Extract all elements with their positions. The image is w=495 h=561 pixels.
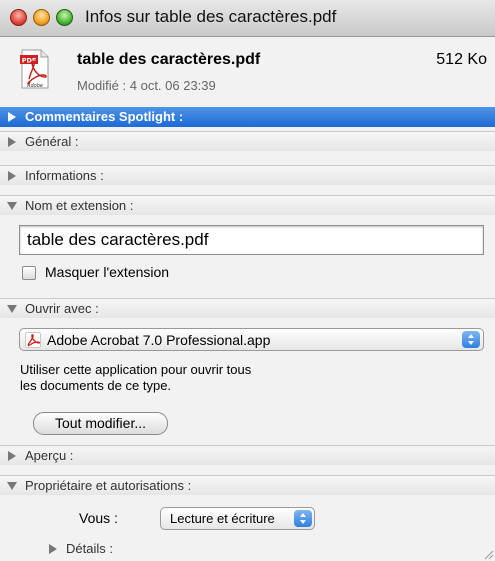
file-size: 512 Ko [436,51,487,68]
section-label: Propriétaire et autorisations : [25,478,192,493]
section-label: Nom et extension : [25,198,134,213]
close-button[interactable] [10,9,27,26]
section-open-with[interactable]: Ouvrir avec : [0,298,495,318]
disclosure-triangle-down-icon [7,305,17,313]
section-name-extension[interactable]: Nom et extension : [0,195,495,215]
hide-extension-label[interactable]: Masquer l'extension [45,264,169,280]
popup-arrows-icon [294,510,312,527]
window-title: Infos sur table des caractères.pdf [85,7,337,26]
open-with-app-name: Adobe Acrobat 7.0 Professional.app [47,332,271,348]
acrobat-icon [25,332,41,348]
disclosure-triangle-right-icon [8,112,16,122]
svg-text:Adobe: Adobe [26,83,43,89]
title-bar[interactable]: Infos sur table des caractères.pdf [0,0,495,37]
minimize-button[interactable] [33,9,50,26]
popup-arrows-icon [462,331,480,348]
section-label: Informations : [25,168,104,183]
section-label: Commentaires Spotlight : [25,109,184,124]
section-label: Général : [25,134,79,149]
open-with-app-popup[interactable]: Adobe Acrobat 7.0 Professional.app [19,328,484,351]
section-ownership-permissions[interactable]: Propriétaire et autorisations : [0,475,495,495]
section-label: Aperçu : [25,448,74,463]
info-window: Infos sur table des caractères.pdf PDF A… [0,0,495,561]
open-with-note-line: Utiliser cette application pour ouvrir t… [20,362,252,377]
section-preview[interactable]: Aperçu : [0,445,495,465]
file-name: table des caractères.pdf [77,51,261,68]
disclosure-triangle-down-icon [7,482,17,490]
hide-extension-checkbox[interactable] [22,266,36,280]
section-label: Ouvrir avec : [25,301,99,316]
disclosure-triangle-right-icon [8,171,16,181]
section-informations[interactable]: Informations : [0,165,495,185]
section-spotlight-comments[interactable]: Commentaires Spotlight : [0,107,495,127]
you-label: Vous : [79,510,118,526]
you-permission-row: Vous : Lecture et écriture [0,507,495,531]
zoom-button[interactable] [56,9,73,26]
you-permission-popup[interactable]: Lecture et écriture [160,507,315,530]
change-all-button[interactable]: Tout modifier... [33,412,168,435]
you-permission-value: Lecture et écriture [170,511,275,526]
section-general[interactable]: Général : [0,131,495,151]
resize-grip-icon[interactable] [482,548,494,560]
file-header: PDF Adobe table des caractères.pdf 512 K… [0,37,495,107]
filename-field[interactable]: table des caractères.pdf [19,225,484,255]
disclosure-triangle-right-icon [8,451,16,461]
disclosure-triangle-right-icon [49,544,57,554]
pdf-file-icon: PDF Adobe [20,49,49,89]
details-disclosure[interactable]: Détails : [0,539,495,559]
disclosure-triangle-right-icon [8,137,16,147]
open-with-note-line: les documents de ce type. [20,378,172,393]
open-with-note: Utiliser cette application pour ouvrir t… [20,362,251,394]
details-label: Détails : [66,541,113,556]
disclosure-triangle-down-icon [7,202,17,210]
file-modified-date: Modifié : 4 oct. 06 23:39 [77,78,216,93]
